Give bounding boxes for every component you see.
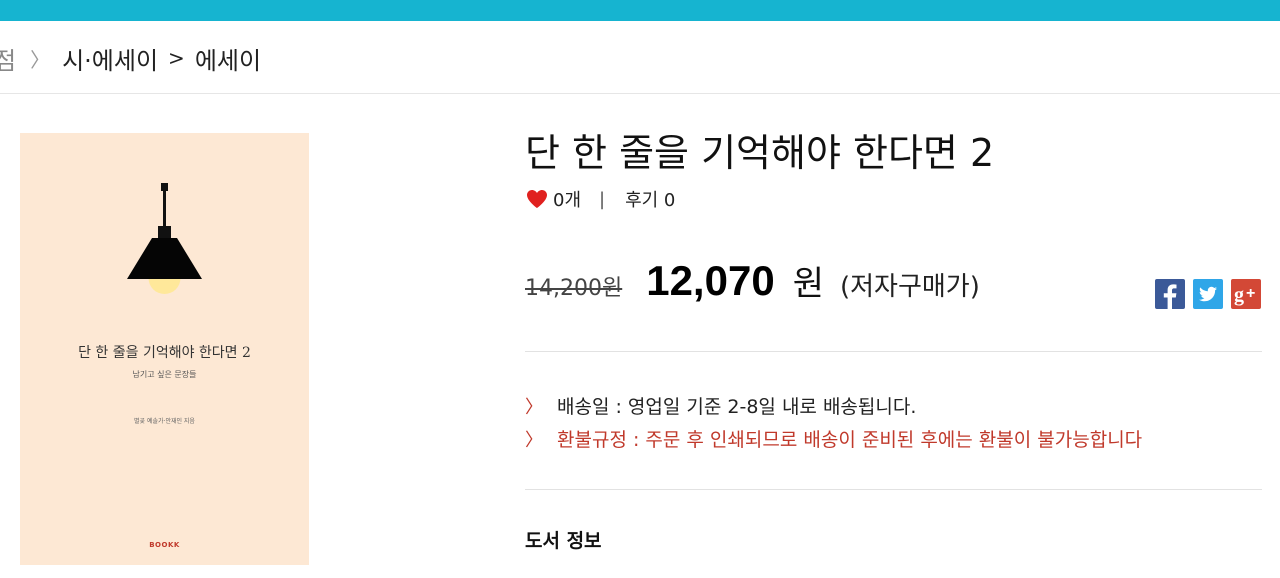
chevron-right-icon: 〉 <box>525 396 543 418</box>
price-note: (저자구매가) <box>839 272 980 302</box>
likes-count: 0개 <box>553 190 582 211</box>
currency-label: 원 <box>792 264 824 304</box>
google-plus-icon: g + <box>1231 279 1261 309</box>
cover-subtitle: 남기고 싶은 문장들 <box>132 370 197 379</box>
header-divider <box>0 93 1280 94</box>
book-info-heading: 도서 정보 <box>525 530 602 552</box>
chevron-right-icon: 〉 <box>525 429 543 451</box>
breadcrumb-subcategory[interactable]: 에세이 <box>195 41 261 76</box>
svg-text:g: g <box>1234 284 1244 306</box>
heart-icon[interactable] <box>525 187 549 211</box>
refund-text: 환불규정 : 주문 후 인쇄되므로 배송이 준비된 후에는 환불이 불가능합니다 <box>557 429 1143 451</box>
price-row: 14,200원 12,070 원 (저자구매가) <box>525 256 980 305</box>
shipping-info: 〉 배송일 : 영업일 기준 2-8일 내로 배송됩니다. <box>525 392 916 419</box>
section-divider <box>525 489 1262 490</box>
facebook-share-button[interactable] <box>1155 279 1185 309</box>
product-meta: 0개 | 후기 0 <box>525 186 675 212</box>
cover-publisher-logo: BOOKK <box>149 541 180 549</box>
chevron-right-icon: 〉 <box>30 47 51 72</box>
section-divider <box>525 351 1262 352</box>
book-cover-image[interactable]: 단 한 줄을 기억해야 한다면 2 남기고 싶은 문장들 별곶 예솔가·안재인 … <box>20 133 309 565</box>
breadcrumb: 점 〉 시·에세이 > 에세이 <box>0 38 261 78</box>
twitter-icon <box>1193 279 1223 309</box>
cover-author: 별곶 예솔가·안재인 지음 <box>134 418 195 425</box>
refund-policy: 〉 환불규정 : 주문 후 인쇄되므로 배송이 준비된 후에는 환불이 불가능합… <box>525 425 1142 452</box>
cover-title: 단 한 줄을 기억해야 한다면 2 <box>78 345 251 361</box>
breadcrumb-category[interactable]: 시·에세이 <box>62 41 158 76</box>
breadcrumb-home[interactable]: 점 <box>0 41 16 76</box>
svg-text:+: + <box>1246 285 1255 302</box>
google-plus-share-button[interactable]: g + <box>1231 279 1261 309</box>
twitter-share-button[interactable] <box>1193 279 1223 309</box>
top-navigation-bar <box>0 0 1280 21</box>
shipping-text: 배송일 : 영업일 기준 2-8일 내로 배송됩니다. <box>557 396 917 418</box>
reviews-link[interactable]: 후기 0 <box>625 186 675 212</box>
product-title: 단 한 줄을 기억해야 한다면 2 <box>525 131 995 175</box>
sale-price: 12,070 <box>646 257 775 304</box>
original-price: 14,200원 <box>525 276 623 301</box>
facebook-icon <box>1155 279 1185 309</box>
meta-separator: | <box>599 188 606 210</box>
breadcrumb-separator: > <box>168 46 185 70</box>
